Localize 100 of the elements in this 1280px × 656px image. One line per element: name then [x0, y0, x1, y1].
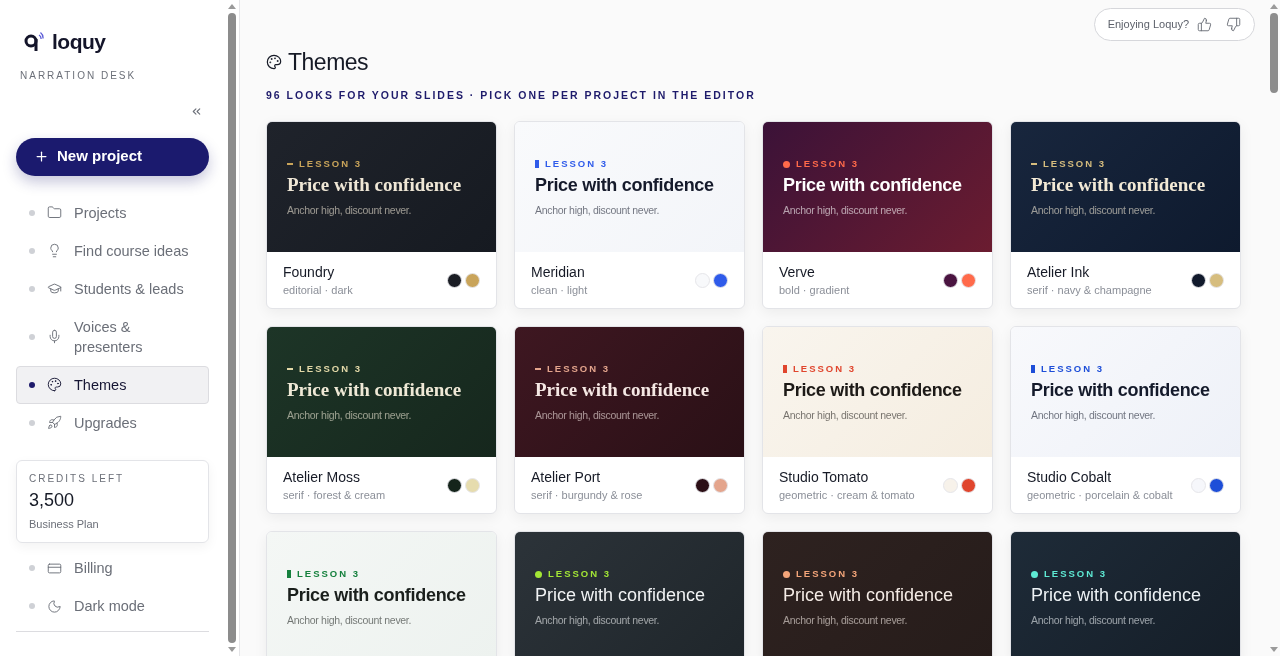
- slide-tagline: Anchor high, discount never.: [783, 203, 909, 219]
- theme-card[interactable]: LESSON 3 Price with confidence Anchor high, discount never. Atelier Port serif · burgundy & rose: [514, 326, 745, 515]
- slide-tagline: Anchor high, discount never.: [535, 613, 661, 629]
- slide-headline: Price with confidence: [783, 379, 963, 403]
- slide-headline: Price with confidence: [535, 378, 711, 403]
- nav-item[interactable]: Projects: [16, 193, 209, 232]
- slide-tagline: Anchor high, discount never.: [535, 203, 661, 219]
- card-icon: [47, 560, 62, 576]
- page-title: Themes: [288, 48, 369, 77]
- nav-item[interactable]: Voices & presenters: [16, 307, 209, 366]
- slide-tagline: Anchor high, discount never.: [535, 408, 661, 424]
- thumbs-up-icon: [1197, 17, 1212, 32]
- nav-item[interactable]: Themes: [16, 365, 209, 404]
- graduation-cap-icon: [47, 281, 62, 296]
- lightbulb-icon: [47, 243, 62, 258]
- nav-item[interactable]: Find course ideas: [16, 231, 209, 270]
- theme-tags: bold · gradient: [779, 282, 850, 299]
- theme-card[interactable]: LESSON 3 Price with confidence Anchor high, discount never. Verve bold · gradient: [762, 121, 993, 310]
- eyebrow-text: LESSON 3: [1041, 362, 1104, 377]
- theme-card[interactable]: LESSON 3 Price with confidence Anchor high, discount never.: [1010, 531, 1241, 656]
- theme-tags: serif · navy & champagne: [1027, 282, 1152, 299]
- feedback-prompt: Enjoying Loquy?: [1107, 17, 1189, 33]
- theme-card[interactable]: LESSON 3 Price with confidence Anchor high, discount never.: [762, 531, 993, 656]
- eyebrow-text: LESSON 3: [547, 362, 610, 377]
- theme-card[interactable]: LESSON 3 Price with confidence Anchor high, discount never. Foundry editorial · dark: [266, 121, 497, 310]
- bar-marker: [1031, 365, 1035, 374]
- slide-tagline: Anchor high, discount never.: [287, 203, 413, 219]
- slide-tagline: Anchor high, discount never.: [783, 613, 909, 629]
- slide-headline: Price with confidence: [535, 174, 715, 198]
- slide-headline: Price with confidence: [287, 173, 463, 198]
- slide-headline: Price with confidence: [287, 378, 463, 403]
- theme-name: Foundry: [283, 263, 336, 283]
- nav-item[interactable]: Students & leads: [16, 269, 209, 308]
- slide-tagline: Anchor high, discount never.: [287, 613, 413, 629]
- theme-card[interactable]: LESSON 3 Price with confidence Anchor high, discount never. Atelier Ink serif · navy & champagne: [1010, 121, 1241, 310]
- eyebrow-text: LESSON 3: [299, 157, 362, 172]
- dash-marker: [1031, 163, 1037, 166]
- slide-tagline: Anchor high, discount never.: [783, 408, 909, 424]
- theme-name: Verve: [779, 263, 816, 283]
- bar-marker: [287, 570, 291, 579]
- theme-name: Atelier Moss: [283, 468, 362, 488]
- eyebrow-text: LESSON 3: [545, 157, 608, 172]
- theme-name: Meridian: [531, 263, 586, 283]
- plus-icon: [34, 149, 49, 164]
- thumbs-down-button[interactable]: [1226, 17, 1241, 32]
- bar-marker: [783, 365, 787, 374]
- slide-headline: Price with confidence: [783, 174, 963, 198]
- eyebrow-text: LESSON 3: [548, 567, 611, 582]
- theme-name: Atelier Port: [531, 468, 602, 488]
- slide-headline: Price with confidence: [1031, 173, 1207, 198]
- theme-name: Studio Cobalt: [1027, 468, 1113, 488]
- brand-name: loquy: [52, 29, 106, 55]
- dash-marker: [287, 163, 293, 166]
- theme-tags: geometric · porcelain & cobalt: [1027, 487, 1173, 504]
- slide-tagline: Anchor high, discount never.: [1031, 613, 1157, 629]
- slide-headline: Price with confidence: [287, 584, 467, 608]
- theme-card[interactable]: LESSON 3 Price with confidence Anchor high, discount never. Studio Cobalt geometric · porcelain & cobalt: [1010, 326, 1241, 515]
- theme-card[interactable]: LESSON 3 Price with confidence Anchor high, discount never. Studio Tomato geometric · cream & tomato: [762, 326, 993, 515]
- theme-tags: serif · burgundy & rose: [531, 487, 643, 504]
- new-project-button[interactable]: New project: [16, 137, 209, 176]
- theme-card[interactable]: LESSON 3 Price with confidence Anchor high, discount never. Meridian clean · light: [514, 121, 745, 310]
- nav-item[interactable]: Upgrades: [16, 403, 209, 442]
- eyebrow-text: LESSON 3: [299, 362, 362, 377]
- plan-name: Business Plan: [29, 516, 100, 532]
- slide-headline: Price with confidence: [1031, 379, 1211, 403]
- page-subtitle: 96 LOOKS FOR YOUR SLIDES · PICK ONE PER PROJECT IN THE EDITOR: [266, 87, 757, 103]
- nav-item[interactable]: Billing: [16, 549, 209, 587]
- brand-tagline: NARRATION DESK: [20, 68, 138, 83]
- theme-card[interactable]: LESSON 3 Price with confidence Anchor high, discount never.: [266, 531, 497, 656]
- eyebrow-text: LESSON 3: [1044, 567, 1107, 582]
- slide-tagline: Anchor high, discount never.: [1031, 408, 1157, 424]
- slide-tagline: Anchor high, discount never.: [287, 408, 413, 424]
- microphone-icon: [47, 329, 62, 344]
- slide-headline: Price with confidence: [783, 584, 955, 608]
- bar-marker: [535, 160, 539, 169]
- eyebrow-text: LESSON 3: [796, 567, 859, 582]
- theme-tags: clean · light: [531, 282, 588, 299]
- theme-name: Studio Tomato: [779, 468, 870, 488]
- slide-tagline: Anchor high, discount never.: [1031, 203, 1157, 219]
- rocket-icon: [47, 415, 62, 430]
- thumbs-down-icon: [1226, 17, 1241, 32]
- theme-card[interactable]: LESSON 3 Price with confidence Anchor high, discount never.: [514, 531, 745, 656]
- slide-headline: Price with confidence: [1031, 584, 1203, 608]
- theme-tags: editorial · dark: [283, 282, 353, 299]
- folder-icon: [47, 205, 62, 220]
- eyebrow-text: LESSON 3: [1043, 157, 1106, 172]
- dash-marker: [287, 368, 293, 371]
- eyebrow-text: LESSON 3: [297, 567, 360, 582]
- thumbs-up-button[interactable]: [1197, 17, 1212, 32]
- palette-icon: [47, 377, 62, 392]
- nav-item[interactable]: Dark mode: [16, 587, 209, 625]
- theme-tags: geometric · cream & tomato: [779, 487, 915, 504]
- logo-icon: [24, 30, 44, 53]
- eyebrow-text: LESSON 3: [796, 157, 859, 172]
- credits-value: 3,500: [29, 488, 76, 512]
- slide-headline: Price with confidence: [535, 584, 707, 608]
- eyebrow-text: LESSON 3: [793, 362, 856, 377]
- dash-marker: [535, 368, 541, 371]
- theme-card[interactable]: LESSON 3 Price with confidence Anchor high, discount never. Atelier Moss serif · forest & cream: [266, 326, 497, 515]
- theme-name: Atelier Ink: [1027, 263, 1091, 283]
